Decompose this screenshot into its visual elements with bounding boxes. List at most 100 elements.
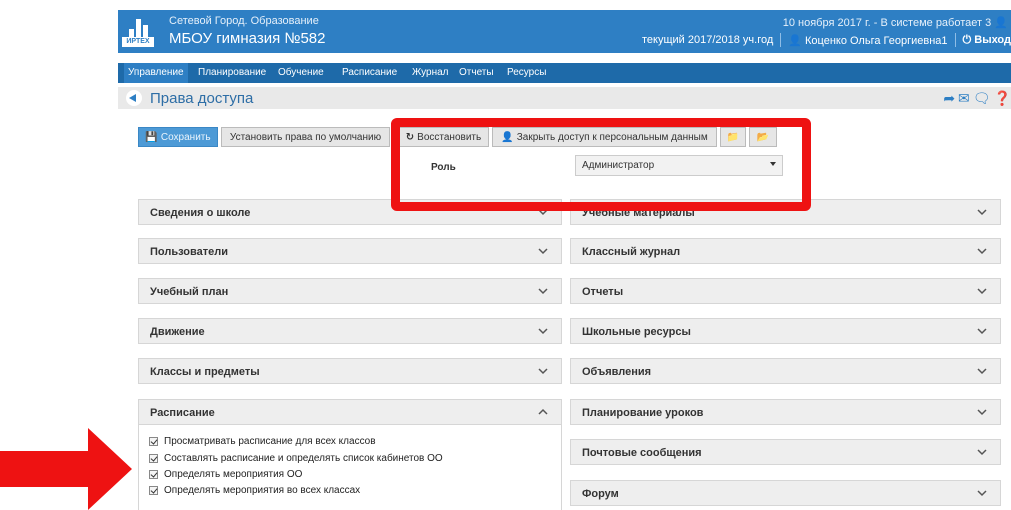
open-folder-button[interactable]: 📂 (749, 127, 777, 147)
panel-classes-subjects[interactable]: Классы и предметы (138, 358, 562, 384)
arrow-left-circle-icon[interactable] (126, 90, 142, 106)
app-header: ИРТЕХ Сетевой Город. Образование МБОУ ги… (118, 10, 1011, 53)
chevron-down-icon (538, 368, 548, 375)
panel-users[interactable]: Пользователи (138, 238, 562, 264)
set-defaults-button[interactable]: Установить права по умолчанию (221, 127, 390, 147)
user-name: Коценко Ольга Георгиевна1 (805, 34, 948, 47)
checkbox[interactable] (149, 486, 158, 495)
permission-label: Определять мероприятия во всех классах (164, 485, 361, 496)
panel-school-resources[interactable]: Школьные ресурсы (570, 318, 1001, 344)
menu-item-management[interactable]: Управление (124, 63, 188, 83)
role-label: Роль (431, 162, 456, 173)
chevron-down-icon (538, 288, 548, 295)
panel-title: Планирование уроков (582, 407, 704, 419)
chevron-down-icon (538, 328, 548, 335)
menu-item-planning[interactable]: Планирование (198, 67, 266, 78)
menu-item-schedule[interactable]: Расписание (342, 67, 397, 78)
panel-movement[interactable]: Движение (138, 318, 562, 344)
chevron-down-icon (977, 449, 987, 456)
permission-row[interactable]: Просматривать расписание для всех классо… (149, 436, 376, 447)
panel-lesson-planning[interactable]: Планирование уроков (570, 399, 1001, 425)
panel-title: Учебный план (150, 286, 229, 298)
date-status-text: 10 ноября 2017 г. - В системе работает 3 (782, 17, 992, 29)
role-value: Администратор (582, 160, 655, 171)
main-menu: Управление Планирование Обучение Расписа… (118, 63, 1011, 83)
close-personal-data-button[interactable]: 👤 Закрыть доступ к персональным данным (492, 127, 717, 147)
chevron-down-icon (977, 328, 987, 335)
panel-title: Классы и предметы (150, 366, 260, 378)
title-icons: ➦ ✉ 🗨 ❓ (943, 90, 1011, 106)
refresh-icon: ↻ (405, 131, 415, 143)
chevron-down-icon (538, 248, 548, 255)
menu-item-learning[interactable]: Обучение (278, 67, 324, 78)
panel-class-journal[interactable]: Классный журнал (570, 238, 1001, 264)
header-user-bar: текущий 2017/2018 уч.год 👤 Коценко Ольга … (642, 33, 1011, 47)
panel-announcements[interactable]: Объявления (570, 358, 1001, 384)
checkbox[interactable] (149, 470, 158, 479)
folder-open-icon: 📂 (756, 131, 770, 143)
panel-title: Пользователи (150, 246, 229, 258)
caret-down-icon (770, 162, 776, 166)
chevron-down-icon (538, 209, 548, 216)
school-name: МБОУ гимназия №582 (169, 30, 326, 47)
envelope-icon[interactable]: ✉ (958, 90, 970, 106)
menu-item-reports[interactable]: Отчеты (459, 67, 494, 78)
megaphone-icon[interactable]: ➦ (943, 90, 955, 106)
restore-button[interactable]: ↻ Восстановить (398, 127, 489, 147)
chat-icon[interactable]: 🗨 (973, 90, 991, 106)
power-icon: ⏻ (962, 33, 972, 46)
chevron-down-icon (977, 209, 987, 216)
irtech-logo[interactable]: ИРТЕХ (122, 14, 154, 49)
user-link[interactable]: 👤 Коценко Ольга Георгиевна1 (788, 34, 947, 47)
chevron-down-icon (977, 368, 987, 375)
permission-label: Просматривать расписание для всех классо… (164, 436, 376, 447)
floppy-icon: 💾 (145, 131, 158, 143)
checkbox[interactable] (149, 454, 158, 463)
chevron-down-icon (977, 288, 987, 295)
divider (780, 33, 782, 47)
panel-curriculum[interactable]: Учебный план (138, 278, 562, 304)
page-title: Права доступа (150, 90, 254, 107)
panel-title: Отчеты (582, 286, 624, 298)
permission-row[interactable]: Определять мероприятия ОО (149, 469, 302, 480)
panel-title: Движение (150, 326, 205, 338)
logo-brand: ИРТЕХ (122, 37, 154, 47)
logout-link[interactable]: ⏻ Выход (963, 34, 1011, 47)
folder-icon: 📁 (726, 131, 740, 143)
permission-row[interactable]: Составлять расписание и определять списо… (149, 453, 443, 464)
help-icon[interactable]: ❓ (994, 90, 1011, 106)
panel-title: Объявления (582, 366, 652, 378)
chevron-down-icon (977, 490, 987, 497)
red-arrow-annotation (0, 428, 132, 510)
chevron-up-icon (538, 408, 548, 415)
panel-learning-materials[interactable]: Учебные материалы (570, 199, 1001, 225)
permission-label: Определять мероприятия ОО (164, 469, 303, 480)
school-year[interactable]: текущий 2017/2018 уч.год (642, 34, 773, 46)
logout-label: Выход (974, 33, 1011, 46)
panel-title: Расписание (150, 407, 215, 419)
role-select[interactable]: Администратор (575, 155, 783, 176)
schedule-permissions: Просматривать расписание для всех классо… (138, 425, 562, 510)
menu-item-resources[interactable]: Ресурсы (507, 67, 546, 78)
restore-label: Восстановить (417, 131, 482, 143)
panel-school-info[interactable]: Сведения о школе (138, 199, 562, 225)
user-icon: 👤 (994, 17, 1008, 29)
panel-reports[interactable]: Отчеты (570, 278, 1001, 304)
checkbox[interactable] (149, 437, 158, 446)
menu-item-journal[interactable]: Журнал (412, 67, 449, 78)
user-icon: 👤 (501, 131, 514, 143)
save-label: Сохранить (160, 131, 211, 143)
save-button[interactable]: 💾 Сохранить (138, 127, 218, 147)
panel-title: Почтовые сообщения (582, 447, 702, 459)
panel-schedule[interactable]: Расписание (138, 399, 562, 425)
folder-button[interactable]: 📁 (720, 127, 746, 147)
chevron-down-icon (977, 409, 987, 416)
permission-label: Составлять расписание и определять списо… (164, 453, 443, 464)
panel-forum[interactable]: Форум (570, 480, 1001, 506)
date-status: 10 ноября 2017 г. - В системе работает 3… (783, 16, 1011, 29)
panel-mail[interactable]: Почтовые сообщения (570, 439, 1001, 465)
app-name: Сетевой Город. Образование (169, 15, 319, 27)
page-title-bar: Права доступа ➦ ✉ 🗨 ❓ (118, 87, 1011, 109)
panel-title: Форум (582, 488, 619, 500)
permission-row[interactable]: Определять мероприятия во всех классах (149, 485, 360, 496)
